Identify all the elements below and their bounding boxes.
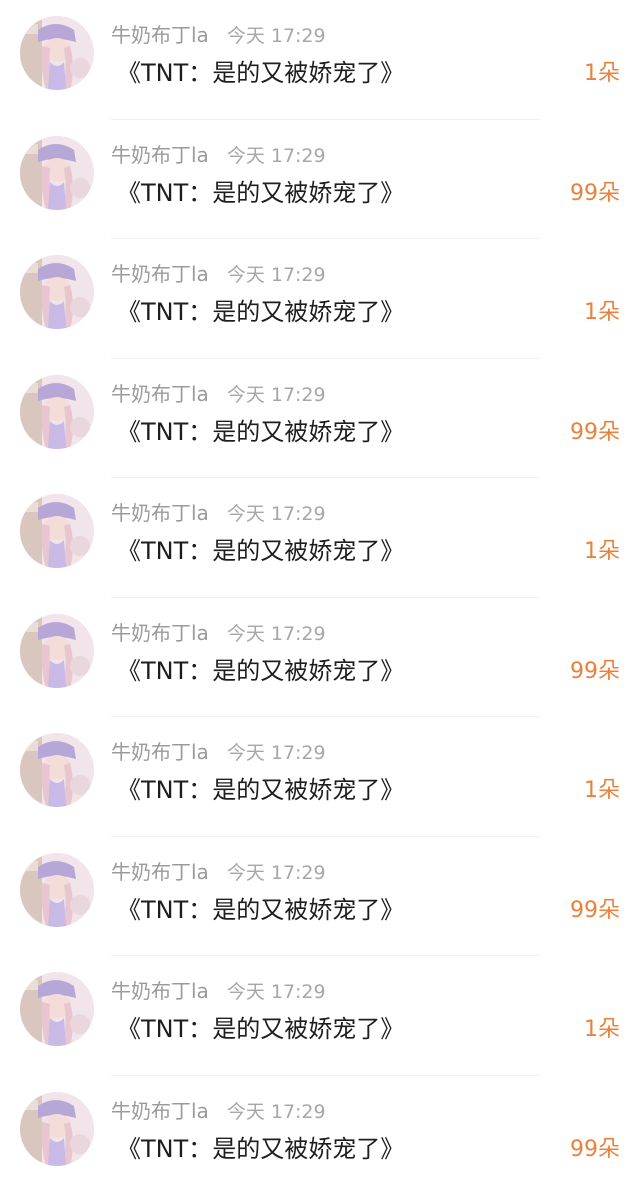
list-item[interactable]: 牛奶布丁la 今天 17:29 《TNT：是的又被娇宠了》 99朵 — [0, 359, 640, 479]
flower-count: 99朵 — [570, 894, 620, 928]
list-item[interactable]: 牛奶布丁la 今天 17:29 《TNT：是的又被娇宠了》 99朵 — [0, 1076, 640, 1195]
timestamp: 今天 17:29 — [227, 623, 326, 645]
list-item[interactable]: 牛奶布丁la 今天 17:29 《TNT：是的又被娇宠了》 1朵 — [0, 0, 640, 120]
user-avatar[interactable] — [20, 375, 94, 449]
timestamp: 今天 17:29 — [227, 1101, 326, 1123]
gift-title: 《TNT：是的又被娇宠了》 — [117, 533, 404, 569]
username[interactable]: 牛奶布丁la — [111, 23, 209, 47]
gift-title: 《TNT：是的又被娇宠了》 — [117, 653, 404, 689]
username[interactable]: 牛奶布丁la — [111, 740, 209, 764]
meta-line: 牛奶布丁la 今天 17:29 — [111, 380, 326, 408]
username[interactable]: 牛奶布丁la — [111, 1099, 209, 1123]
gift-title: 《TNT：是的又被娇宠了》 — [117, 414, 404, 450]
list-item[interactable]: 牛奶布丁la 今天 17:29 《TNT：是的又被娇宠了》 99朵 — [0, 598, 640, 718]
username[interactable]: 牛奶布丁la — [111, 860, 209, 884]
meta-line: 牛奶布丁la 今天 17:29 — [111, 738, 326, 766]
meta-line: 牛奶布丁la 今天 17:29 — [111, 141, 326, 169]
meta-line: 牛奶布丁la 今天 17:29 — [111, 858, 326, 886]
meta-line: 牛奶布丁la 今天 17:29 — [111, 619, 326, 647]
flower-count: 1朵 — [584, 774, 620, 808]
username[interactable]: 牛奶布丁la — [111, 979, 209, 1003]
gift-record-list: 牛奶布丁la 今天 17:29 《TNT：是的又被娇宠了》 1朵 牛奶布丁la 今天… — [0, 0, 640, 1195]
list-item[interactable]: 牛奶布丁la 今天 17:29 《TNT：是的又被娇宠了》 1朵 — [0, 478, 640, 598]
timestamp: 今天 17:29 — [227, 25, 326, 47]
username[interactable]: 牛奶布丁la — [111, 382, 209, 406]
meta-line: 牛奶布丁la 今天 17:29 — [111, 21, 326, 49]
gift-title: 《TNT：是的又被娇宠了》 — [117, 294, 404, 330]
username[interactable]: 牛奶布丁la — [111, 621, 209, 645]
gift-title: 《TNT：是的又被娇宠了》 — [117, 772, 404, 808]
username[interactable]: 牛奶布丁la — [111, 143, 209, 167]
user-avatar[interactable] — [20, 733, 94, 807]
gift-title: 《TNT：是的又被娇宠了》 — [117, 55, 404, 91]
gift-title: 《TNT：是的又被娇宠了》 — [117, 1011, 404, 1047]
list-item[interactable]: 牛奶布丁la 今天 17:29 《TNT：是的又被娇宠了》 99朵 — [0, 120, 640, 240]
timestamp: 今天 17:29 — [227, 862, 326, 884]
user-avatar[interactable] — [20, 136, 94, 210]
flower-count: 99朵 — [570, 416, 620, 450]
list-item[interactable]: 牛奶布丁la 今天 17:29 《TNT：是的又被娇宠了》 1朵 — [0, 717, 640, 837]
list-item[interactable]: 牛奶布丁la 今天 17:29 《TNT：是的又被娇宠了》 1朵 — [0, 956, 640, 1076]
timestamp: 今天 17:29 — [227, 981, 326, 1003]
meta-line: 牛奶布丁la 今天 17:29 — [111, 499, 326, 527]
user-avatar[interactable] — [20, 614, 94, 688]
user-avatar[interactable] — [20, 494, 94, 568]
list-item[interactable]: 牛奶布丁la 今天 17:29 《TNT：是的又被娇宠了》 99朵 — [0, 837, 640, 957]
user-avatar[interactable] — [20, 255, 94, 329]
list-item[interactable]: 牛奶布丁la 今天 17:29 《TNT：是的又被娇宠了》 1朵 — [0, 239, 640, 359]
flower-count: 99朵 — [570, 1133, 620, 1167]
timestamp: 今天 17:29 — [227, 503, 326, 525]
meta-line: 牛奶布丁la 今天 17:29 — [111, 260, 326, 288]
gift-title: 《TNT：是的又被娇宠了》 — [117, 1131, 404, 1167]
timestamp: 今天 17:29 — [227, 264, 326, 286]
username[interactable]: 牛奶布丁la — [111, 501, 209, 525]
timestamp: 今天 17:29 — [227, 742, 326, 764]
gift-title: 《TNT：是的又被娇宠了》 — [117, 175, 404, 211]
user-avatar[interactable] — [20, 16, 94, 90]
meta-line: 牛奶布丁la 今天 17:29 — [111, 1097, 326, 1125]
meta-line: 牛奶布丁la 今天 17:29 — [111, 977, 326, 1005]
flower-count: 1朵 — [584, 57, 620, 91]
user-avatar[interactable] — [20, 1092, 94, 1166]
flower-count: 99朵 — [570, 655, 620, 689]
flower-count: 1朵 — [584, 1013, 620, 1047]
timestamp: 今天 17:29 — [227, 384, 326, 406]
user-avatar[interactable] — [20, 972, 94, 1046]
user-avatar[interactable] — [20, 853, 94, 927]
timestamp: 今天 17:29 — [227, 145, 326, 167]
flower-count: 1朵 — [584, 535, 620, 569]
flower-count: 1朵 — [584, 296, 620, 330]
gift-title: 《TNT：是的又被娇宠了》 — [117, 892, 404, 928]
flower-count: 99朵 — [570, 177, 620, 211]
username[interactable]: 牛奶布丁la — [111, 262, 209, 286]
